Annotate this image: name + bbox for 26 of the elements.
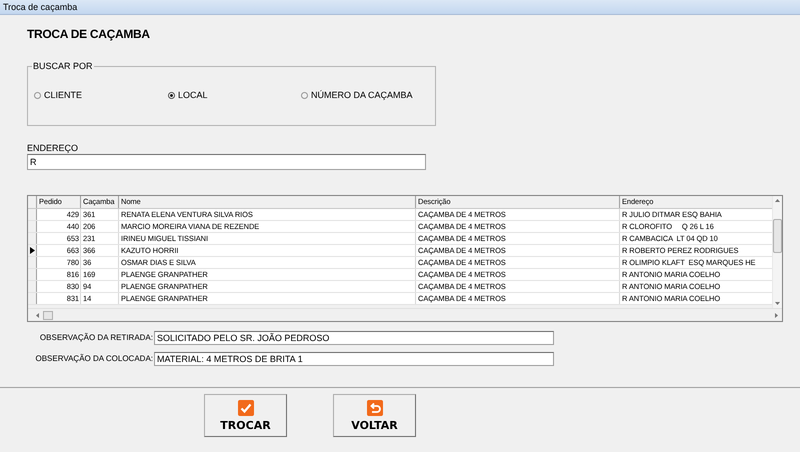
scroll-thumb[interactable] (43, 310, 53, 320)
address-label: ENDEREÇO (27, 143, 80, 153)
window-title: Troca de caçamba (3, 2, 78, 12)
current-row-icon (30, 247, 34, 254)
scroll-thumb[interactable] (773, 219, 782, 253)
scroll-up-icon (775, 199, 780, 202)
observation-field[interactable]: SOLICITADO PELO SR. JOÃO PEDROSO (154, 330, 554, 344)
observation-label: OBSERVAÇÃO DA COLOCADA: (34, 354, 153, 363)
page-heading: TROCA DE CAÇAMBA (27, 27, 151, 41)
check-icon (238, 400, 254, 416)
observation-field[interactable]: MATERIAL: 4 METROS DE BRITA 1 (154, 352, 554, 366)
return-icon (366, 400, 382, 416)
scroll-right-icon (775, 312, 778, 318)
vertical-scrollbar[interactable] (772, 196, 782, 308)
action-button[interactable]: TROCAR (204, 394, 287, 437)
scroll-left-icon (36, 312, 39, 318)
scroll-down-icon (775, 302, 780, 305)
radio-option[interactable]: NÚMERO DA CAÇAMBA (301, 90, 413, 100)
action-button[interactable]: VOLTAR (333, 394, 416, 437)
group-legend: BUSCAR POR (32, 61, 94, 71)
address-field[interactable]: R (27, 154, 426, 170)
row-selector[interactable] (28, 245, 37, 256)
horizontal-scrollbar[interactable] (28, 308, 782, 321)
radio-option[interactable]: LOCAL (168, 90, 301, 100)
observation-label: OBSERVAÇÃO DA RETIRADA: (38, 333, 153, 342)
radio-option[interactable]: CLIENTE (34, 90, 168, 100)
